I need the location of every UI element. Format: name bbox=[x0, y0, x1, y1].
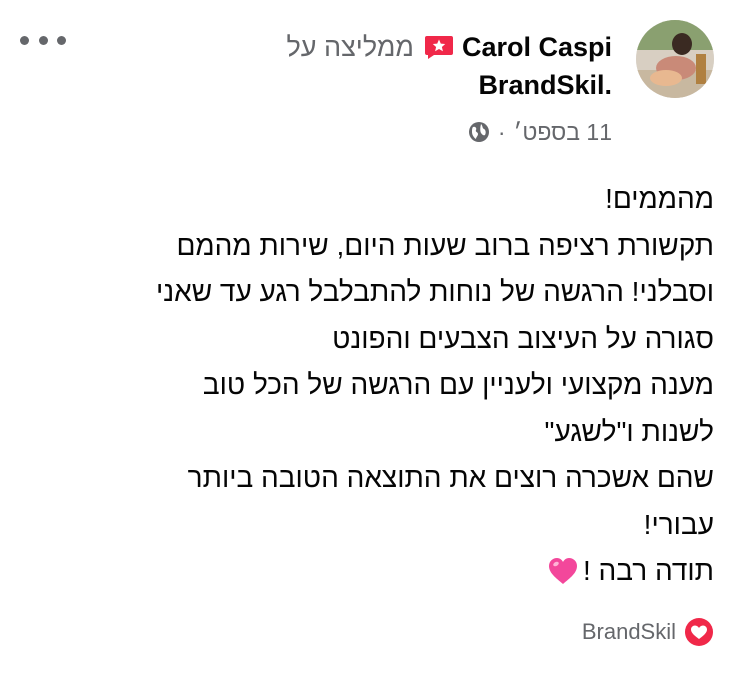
recommend-label: ממליצה על bbox=[286, 31, 414, 62]
post-body-line: שהם אשכרה רוצים את התוצאה הטובה ביותר bbox=[187, 462, 714, 493]
heart-reaction-icon bbox=[685, 618, 713, 646]
pink-heart-emoji bbox=[548, 558, 577, 584]
more-options-button[interactable] bbox=[20, 30, 66, 50]
post-header: Carol Caspi ממליצה על bbox=[286, 30, 612, 64]
more-dot bbox=[38, 35, 48, 45]
author-avatar[interactable] bbox=[636, 20, 714, 98]
post-meta: 11 בספט׳ · bbox=[468, 118, 612, 146]
post-body-line: וסבלני! הרגשה של נוחות להתבלבל רגע עד שא… bbox=[155, 276, 714, 307]
post-body-line: עבורי! bbox=[643, 508, 714, 540]
avatar-photo bbox=[636, 20, 714, 98]
post-body-line: תקשורת רציפה ברוב שעות היום, שירות מהמם bbox=[176, 229, 714, 261]
recommended-page-link[interactable]: .BrandSkil bbox=[478, 70, 612, 104]
page-tag-label: BrandSkil bbox=[581, 619, 676, 644]
post-body-line: לשנות ו"לשגע" bbox=[544, 415, 714, 447]
post-body: מהממים! תקשורת רציפה ברוב שעות היום, שיר… bbox=[34, 176, 714, 595]
page-tag-link[interactable]: BrandSkil bbox=[582, 617, 714, 647]
post-body-line: סגורה על העיצוב הצבעים והפונט bbox=[332, 322, 714, 354]
more-dot bbox=[20, 35, 29, 45]
post-body-line: מהממים! bbox=[605, 183, 714, 214]
more-dot bbox=[57, 35, 66, 45]
post-body-last-line: תודה רבה ! bbox=[34, 548, 714, 595]
post-date[interactable]: 11 בספט׳ bbox=[514, 119, 613, 146]
recommend-badge-icon bbox=[424, 36, 453, 59]
meta-separator: · bbox=[497, 118, 506, 145]
post-body-line: מענה מקצועי ולעניין עם הרגשה של הכל טוב bbox=[202, 369, 714, 400]
post-body-line: תודה רבה ! bbox=[582, 555, 714, 586]
globe-icon[interactable] bbox=[468, 121, 490, 143]
author-name[interactable]: Carol Caspi bbox=[462, 32, 612, 63]
